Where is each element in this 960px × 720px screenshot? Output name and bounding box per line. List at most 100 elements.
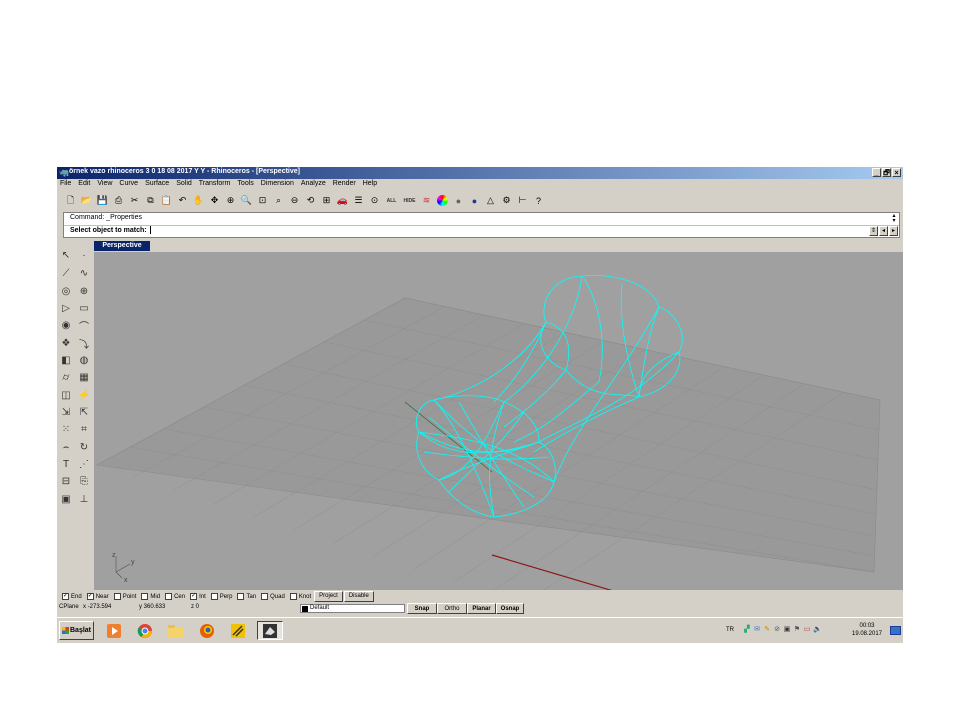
copy-icon[interactable]: ⧉ <box>143 193 158 208</box>
dot-icon[interactable]: ⋰ <box>76 456 92 472</box>
box-solid-icon[interactable]: ◧ <box>58 352 74 368</box>
circle-icon[interactable]: ◎ <box>58 283 74 299</box>
osnap-mid[interactable]: Mid <box>141 593 160 600</box>
rhinoceros-task-button[interactable] <box>257 621 283 640</box>
help-icon[interactable]: ? <box>531 193 546 208</box>
arc-icon[interactable]: ◉ <box>58 317 74 333</box>
menu-edit[interactable]: Edit <box>75 179 94 190</box>
show-desktop-icon[interactable] <box>890 626 901 635</box>
zoom-selected-icon[interactable]: ⌕ <box>271 193 286 208</box>
new-file-icon[interactable]: 🗋 <box>63 193 78 208</box>
tray-network-icon[interactable]: ▞ <box>743 626 751 634</box>
hide-button[interactable]: HIDE <box>401 193 418 208</box>
move-icon[interactable]: ⇲ <box>58 404 74 420</box>
ellipse-icon[interactable]: ⊕ <box>76 283 92 299</box>
viewport-label[interactable]: Perspective <box>94 241 150 251</box>
tray-battery-icon[interactable]: ▭ <box>803 626 811 634</box>
polygon-icon[interactable]: ▷ <box>58 300 74 316</box>
menu-view[interactable]: View <box>94 179 116 190</box>
tray-volume-icon[interactable]: 🔈 <box>813 626 822 634</box>
snap-toggle[interactable]: Snap <box>407 603 437 614</box>
fillet-icon[interactable]: ⌢ <box>58 439 74 455</box>
mesh-icon[interactable]: ▦ <box>76 369 92 385</box>
point-icon[interactable]: · <box>76 247 92 263</box>
language-indicator[interactable]: TR <box>726 627 734 633</box>
select-arrow-icon[interactable]: ↖ <box>58 247 74 263</box>
osnap-cen[interactable]: Cen <box>165 593 185 600</box>
show-all-button[interactable]: ALL <box>383 193 400 208</box>
cut-icon[interactable]: ✂ <box>127 193 142 208</box>
open-icon[interactable]: 📂 <box>79 193 94 208</box>
tray-flag-icon[interactable]: ⚑ <box>793 626 801 634</box>
osnap-perp-checkbox[interactable] <box>210 593 218 600</box>
pan-hand-icon[interactable]: ✋ <box>191 193 206 208</box>
object-properties-icon[interactable]: ⊙ <box>367 193 382 208</box>
menu-curve[interactable]: Curve <box>116 179 142 190</box>
sphere-gray-icon[interactable]: ● <box>451 193 466 208</box>
rotate-view-icon[interactable]: ✥ <box>207 193 222 208</box>
menu-help[interactable]: Help <box>360 179 381 190</box>
menu-solid[interactable]: Solid <box>173 179 196 190</box>
restore-button[interactable]: 🗗 <box>882 168 891 177</box>
car-render-icon[interactable]: 🚗 <box>335 193 350 208</box>
sphere-blue-icon[interactable]: ● <box>467 193 482 208</box>
four-viewports-icon[interactable]: ⊞ <box>319 193 334 208</box>
layer-stack-icon[interactable]: ☰ <box>351 193 366 208</box>
command-scroll-icon[interactable]: ▴ ▾ <box>890 213 898 224</box>
osnap-end-checkbox[interactable]: ✓ <box>62 593 69 600</box>
osnap-mid-checkbox[interactable] <box>141 593 149 600</box>
menu-analyze[interactable]: Analyze <box>298 179 330 190</box>
menu-surface[interactable]: Surface <box>142 179 173 190</box>
planar-toggle[interactable]: Planar <box>467 603 496 614</box>
zoom-extents-icon[interactable]: ⊡ <box>255 193 270 208</box>
firefox-icon[interactable] <box>196 621 218 640</box>
file-explorer-icon[interactable] <box>165 621 187 640</box>
undo-view-icon[interactable]: ⟲ <box>303 193 318 208</box>
gear-settings-icon[interactable]: ⚙ <box>499 193 514 208</box>
tray-pen-icon[interactable]: ✎ <box>763 626 771 634</box>
paste-icon[interactable]: 📋 <box>159 193 174 208</box>
command-prompt-line[interactable]: Select object to match: <box>70 226 151 234</box>
rectangle-icon[interactable]: ▭ <box>76 300 92 316</box>
viewport-canvas[interactable]: z y x <box>94 252 903 590</box>
command-up-down-icon[interactable]: ⇕ <box>869 226 878 236</box>
boolean-icon[interactable]: ◍ <box>76 352 92 368</box>
title-bar[interactable]: 🦏 örnek vazo rhinoceros 3 0 18 08 2017 Y… <box>57 167 903 179</box>
cone-light-icon[interactable]: △ <box>483 193 498 208</box>
media-player-icon[interactable] <box>103 621 125 640</box>
rotate-icon[interactable]: ↻ <box>76 439 92 455</box>
osnap-knot[interactable]: Knot <box>289 593 311 600</box>
osnap-disable-button[interactable]: Disable <box>343 591 374 602</box>
tray-mail-icon[interactable]: ✉ <box>753 626 761 634</box>
osnap-knot-checkbox[interactable] <box>289 593 297 600</box>
osnap-point-checkbox[interactable] <box>113 593 121 600</box>
rainbow-icon[interactable]: ≋ <box>419 193 434 208</box>
osnap-point[interactable]: Point <box>113 593 136 600</box>
sweep-icon[interactable]: ⤵ <box>76 335 92 351</box>
print-icon[interactable]: ⎙ <box>111 193 126 208</box>
minimize-button[interactable]: _ <box>872 168 881 177</box>
current-layer-box[interactable]: Default <box>300 604 405 613</box>
osnap-int[interactable]: ✓ Int <box>190 593 206 600</box>
tray-clock[interactable]: 00:03 19.08.2017 <box>847 622 887 638</box>
dimension-icon[interactable]: ⊢ <box>515 193 530 208</box>
arc-curve-icon[interactable]: ⌒ <box>76 317 92 333</box>
zoom-out-icon[interactable]: ⊖ <box>287 193 302 208</box>
undo-icon[interactable]: ↶ <box>175 193 190 208</box>
dimension-linear-icon[interactable]: ⊥ <box>76 491 92 507</box>
menu-render[interactable]: Render <box>330 179 360 190</box>
osnap-tan[interactable]: Tan <box>237 593 256 600</box>
layout-icon[interactable]: ⎘ <box>76 473 92 489</box>
tray-monitor-icon[interactable]: ▣ <box>783 626 791 634</box>
menu-file[interactable]: File <box>57 179 75 190</box>
explode-icon[interactable]: ⚡ <box>76 387 92 403</box>
menu-transform[interactable]: Transform <box>196 179 235 190</box>
osnap-tan-checkbox[interactable] <box>237 593 245 600</box>
zoom-window-icon[interactable]: 🔍 <box>239 193 254 208</box>
menu-tools[interactable]: Tools <box>234 179 257 190</box>
text-icon[interactable]: T <box>58 456 74 472</box>
ortho-toggle[interactable]: Ortho <box>437 603 467 614</box>
osnap-quad[interactable]: Quad <box>261 593 285 600</box>
copy-transform-icon[interactable]: ⇱ <box>76 404 92 420</box>
osnap-near-checkbox[interactable]: ✓ <box>86 593 94 600</box>
